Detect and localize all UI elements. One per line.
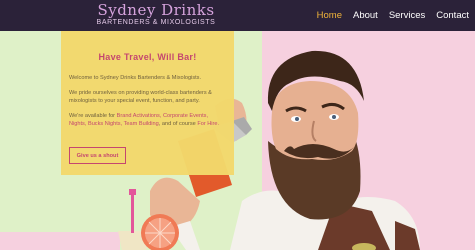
services-intro: We're available for xyxy=(69,113,117,119)
hero-services-text: We're available for Brand Activations, C… xyxy=(69,112,226,128)
site-logo[interactable]: Sydney Drinks BARTENDERS & MIXOLOGISTS xyxy=(96,2,216,27)
hero-heading: Have Travel, Will Bar! xyxy=(98,52,197,62)
nav-item-home[interactable]: Home xyxy=(317,10,342,21)
nav-item-contact[interactable]: Contact xyxy=(436,10,469,21)
hero-description-text: We pride ourselves on providing world-cl… xyxy=(69,90,212,104)
for-hire-link[interactable]: For Hire. xyxy=(197,121,219,127)
logo-tagline: BARTENDERS & MIXOLOGISTS xyxy=(96,19,216,26)
hero-welcome-text: Welcome to Sydney Drinks Bartenders & Mi… xyxy=(69,75,202,81)
nav-item-services[interactable]: Services xyxy=(389,10,425,21)
services-connector: , and of course xyxy=(158,121,198,127)
hero-info-card: Have Travel, Will Bar! Welcome to Sydney… xyxy=(61,31,234,175)
contact-cta-button[interactable]: Give us a shout xyxy=(69,147,126,164)
site-header: Sydney Drinks BARTENDERS & MIXOLOGISTS H… xyxy=(0,0,475,31)
logo-name: Sydney Drinks xyxy=(97,1,215,19)
main-nav: Home About Services Contact xyxy=(317,0,469,31)
nav-item-about[interactable]: About xyxy=(353,10,378,21)
